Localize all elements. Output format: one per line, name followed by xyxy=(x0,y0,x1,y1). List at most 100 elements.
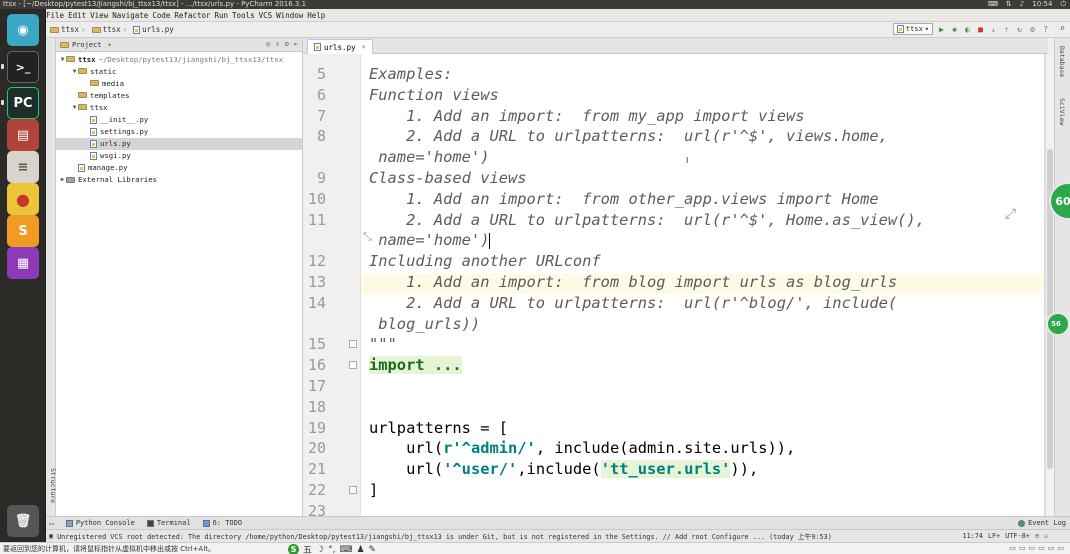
chevron-down-icon[interactable]: ▼ xyxy=(71,104,78,111)
chevron-down-icon[interactable]: ▾ xyxy=(108,41,112,49)
menu-file[interactable]: File xyxy=(46,11,68,20)
status-message[interactable]: Unregistered VCS root detected: The dire… xyxy=(57,531,832,541)
lock-icon[interactable]: ⊝ xyxy=(1035,532,1039,540)
tree-item[interactable]: ▼ ttsx ~/Desktop/pytest13/jiangshi/bj_ttsx… xyxy=(56,53,302,65)
close-icon[interactable]: × xyxy=(362,43,366,51)
todo-button[interactable]: 6: TODO xyxy=(202,519,242,527)
caret-position[interactable]: 11:74 xyxy=(963,532,983,540)
tree-item[interactable]: __init__.py xyxy=(56,113,302,125)
network-icon[interactable]: ▭ xyxy=(1029,544,1036,552)
power-icon[interactable]: ⏻ xyxy=(1060,0,1066,9)
help-icon[interactable]: ? xyxy=(1041,24,1050,34)
stop-icon[interactable]: ■ xyxy=(976,24,985,34)
editor-scrollbar[interactable] xyxy=(1045,54,1054,516)
menu-run[interactable]: Run xyxy=(215,11,233,20)
run-config-select[interactable]: ttsx ▾ xyxy=(892,23,933,35)
file-encoding[interactable]: UTF-8÷ xyxy=(1005,532,1030,540)
target-icon[interactable]: ◎ xyxy=(266,40,270,48)
terminal-icon[interactable]: >_ xyxy=(7,51,39,83)
software-icon[interactable]: ≡ xyxy=(7,151,39,183)
menu-navigate[interactable]: Navigate xyxy=(112,11,152,20)
breadcrumb-ttsx-root[interactable]: ttsx xyxy=(50,25,79,34)
coverage-icon[interactable]: ◐ xyxy=(963,24,972,34)
menu-view[interactable]: View xyxy=(90,11,112,20)
menu-edit[interactable]: Edit xyxy=(68,11,90,20)
tree-item[interactable]: templates xyxy=(56,89,302,101)
tree-item[interactable]: ▼ static xyxy=(56,65,302,77)
skin-icon[interactable]: ♟ xyxy=(356,545,364,554)
pycharm-icon[interactable]: PC xyxy=(7,87,39,119)
tree-item[interactable]: ▶ External Libraries xyxy=(56,174,302,186)
keyboard-icon[interactable]: ⌨ xyxy=(988,0,998,9)
workspace-icon[interactable]: ▦ xyxy=(7,247,39,279)
moon-icon[interactable]: ☽ xyxy=(316,545,324,554)
database-tab-label[interactable]: Database xyxy=(1058,46,1066,77)
volume-icon[interactable]: ♪ xyxy=(1020,0,1024,9)
usb-icon[interactable]: ▭ xyxy=(1038,544,1045,552)
tree-item[interactable]: ▼ ttsx xyxy=(56,101,302,113)
debug-icon[interactable]: ✱ xyxy=(950,24,959,34)
settings-icon[interactable]: ⚙ xyxy=(1028,24,1037,34)
terminal-button[interactable]: Terminal xyxy=(146,519,191,527)
tree-item[interactable]: wsgi.py xyxy=(56,150,302,162)
chevron-right-icon[interactable]: ▶ xyxy=(59,176,66,183)
toggle-tool-windows-icon[interactable]: ▭ xyxy=(49,519,54,528)
breadcrumb-urls-file[interactable]: urls.py xyxy=(133,25,174,34)
status-toggle-icon[interactable]: ▣ xyxy=(49,532,53,540)
history-icon[interactable]: ↻ xyxy=(1015,24,1024,34)
gear-icon[interactable]: ⚙ xyxy=(285,40,289,48)
line-number: 10 xyxy=(307,189,326,208)
keyboard-icon[interactable]: ⌨ xyxy=(339,545,352,554)
running-indicator xyxy=(1,64,4,69)
fold-marker-icon[interactable] xyxy=(349,361,357,370)
sciview-tab-label[interactable]: SciView xyxy=(1058,98,1066,125)
trash-icon[interactable]: 🗑 xyxy=(7,505,39,537)
chevron-down-icon[interactable]: ▼ xyxy=(59,56,66,63)
breadcrumb-ttsx-package[interactable]: ttsx xyxy=(91,25,121,34)
speed-bubble[interactable]: 56 xyxy=(1046,312,1070,336)
tools-icon[interactable]: ✎ xyxy=(369,545,377,554)
dash-home-icon[interactable]: ◉ xyxy=(7,14,39,46)
code-editor[interactable]: Examples: Function views 1. Add an import… xyxy=(361,54,1045,516)
menu-tools[interactable]: Tools xyxy=(232,11,259,20)
hide-icon[interactable]: ⇤ xyxy=(294,40,298,48)
chevron-down-icon[interactable]: ▼ xyxy=(71,68,78,75)
tree-item[interactable]: urls.py xyxy=(56,137,302,150)
sound-icon[interactable]: ▭ xyxy=(1048,544,1055,552)
printer-icon[interactable]: ▭ xyxy=(1009,544,1016,552)
tree-item[interactable]: manage.py xyxy=(56,162,302,174)
menu-code[interactable]: Code xyxy=(152,11,174,20)
menu-vcs[interactable]: VCS xyxy=(259,11,277,20)
menu-help[interactable]: Help xyxy=(307,11,329,20)
vcs-update-icon[interactable]: ⇣ xyxy=(989,24,998,34)
inspector-icon[interactable]: ⚇ xyxy=(1044,532,1048,540)
disk-icon[interactable]: ▭ xyxy=(1019,544,1026,552)
files-icon[interactable]: ▤ xyxy=(7,119,39,151)
tab-urls-py[interactable]: urls.py × xyxy=(307,39,373,54)
display-icon[interactable]: ▭ xyxy=(1057,544,1064,552)
menu-refactor[interactable]: Refactor xyxy=(174,11,214,20)
line-separator[interactable]: LF÷ xyxy=(988,532,1000,540)
status-bar: ▣ Unregistered VCS root detected: The di… xyxy=(46,529,1070,542)
folder-icon xyxy=(78,68,87,75)
vcs-commit-icon[interactable]: ⇡ xyxy=(1002,24,1011,34)
chrome-icon[interactable]: ● xyxy=(7,183,39,215)
tree-item[interactable]: settings.py xyxy=(56,126,302,138)
event-log-button[interactable]: Event Log xyxy=(1018,519,1066,527)
menu-window[interactable]: Window xyxy=(276,11,307,20)
project-panel-title[interactable]: Project xyxy=(72,41,102,49)
collapse-icon[interactable]: ⇕ xyxy=(275,40,279,48)
fold-marker-icon[interactable] xyxy=(349,340,357,349)
sublime-icon[interactable]: S xyxy=(7,215,39,247)
input-mode-wu[interactable]: 五 xyxy=(303,543,312,554)
run-icon[interactable]: ▶ xyxy=(937,24,946,34)
python-console-button[interactable]: Python Console xyxy=(65,519,135,527)
search-icon[interactable]: ⌕ xyxy=(1060,24,1065,34)
fold-marker-icon[interactable] xyxy=(349,486,357,494)
punctuation-icon[interactable]: °, xyxy=(328,545,335,554)
network-icon[interactable]: ⇅ xyxy=(1006,0,1012,9)
line-number: 17 xyxy=(307,377,326,395)
tree-item[interactable]: media xyxy=(56,77,302,89)
clock[interactable]: 10:54 xyxy=(1032,0,1052,9)
sogou-ime-icon[interactable]: S xyxy=(288,544,299,554)
